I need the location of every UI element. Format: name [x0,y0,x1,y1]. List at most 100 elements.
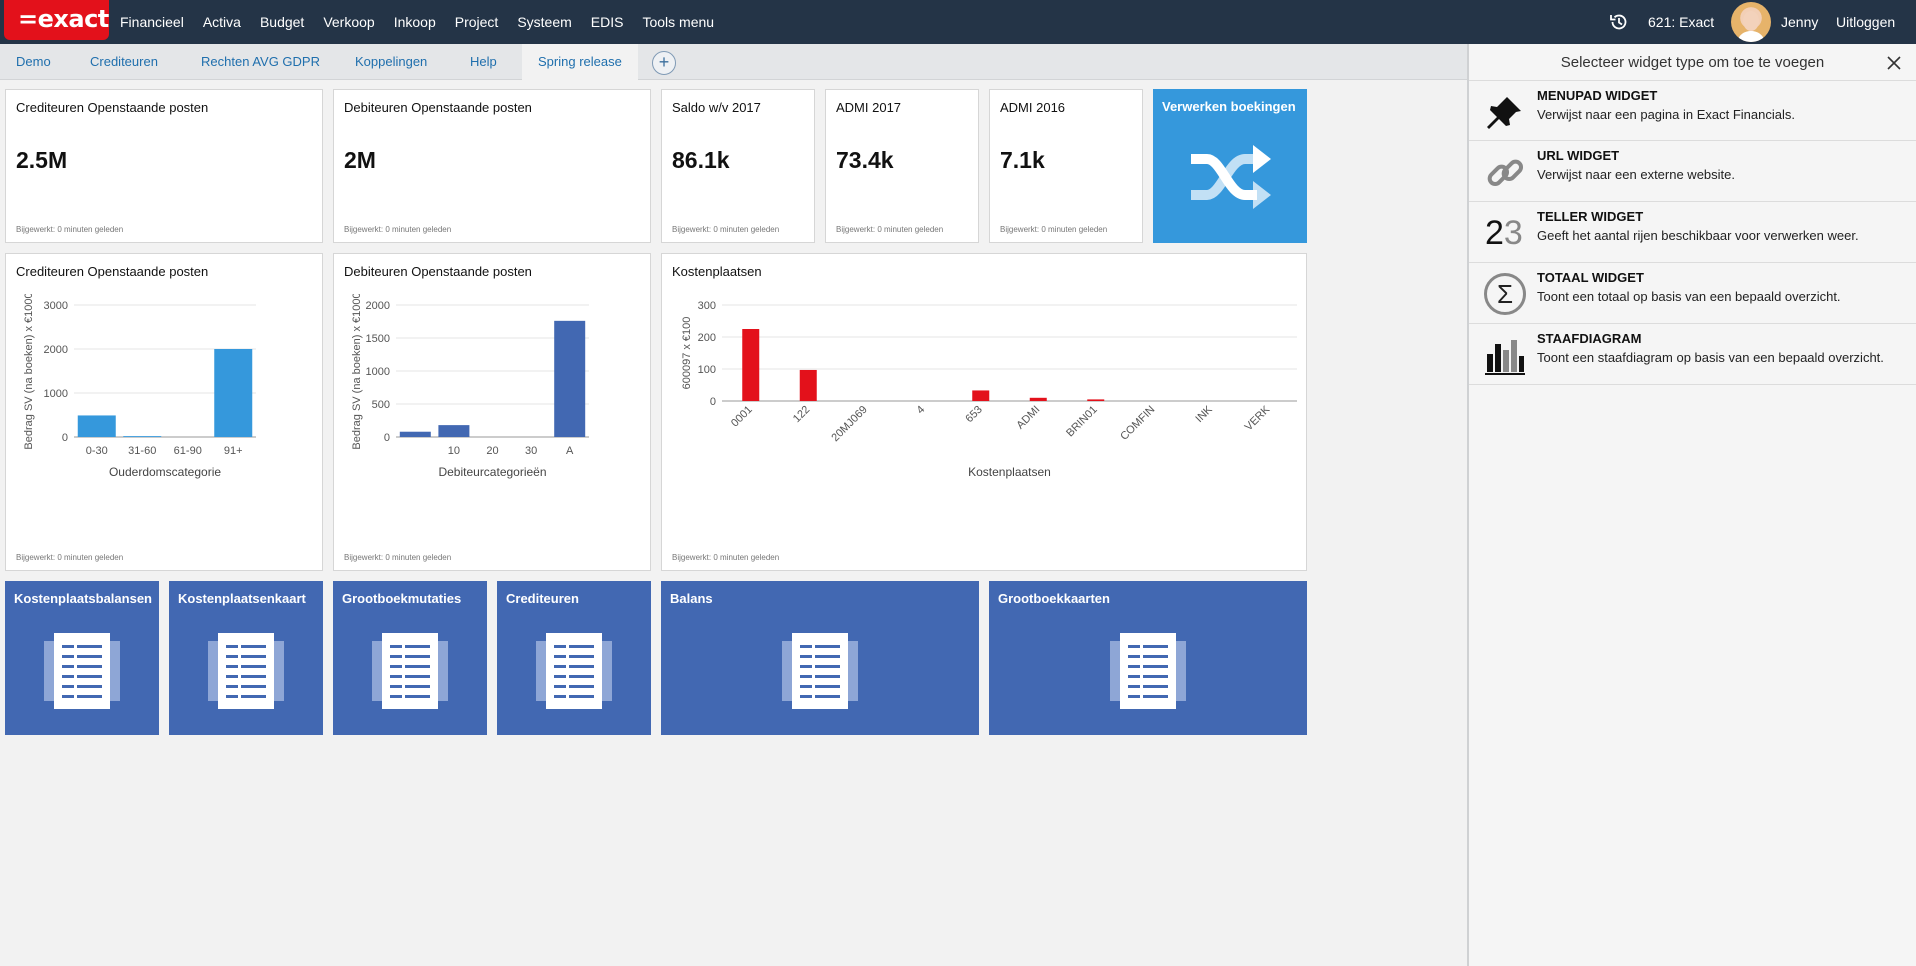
tab-help[interactable]: Help [454,44,513,80]
x-tick-label: 4 [915,404,928,417]
exact-logo[interactable]: =exact [4,0,109,40]
widget-option-staafdiagram[interactable]: STAAFDIAGRAM Toont een staafdiagram op b… [1469,324,1916,385]
bar [123,436,162,437]
menu-card-balans[interactable]: Balans [661,581,979,735]
y-tick-label: 0 [384,432,390,444]
document-icon [782,633,858,709]
link-icon [1487,159,1524,187]
document-icon [208,633,284,709]
company-selector[interactable]: 621: Exact [1648,0,1714,44]
tab-spring-release[interactable]: Spring release [522,44,638,81]
chart-card-kostenplaatsen[interactable]: Kostenplaatsen 0 100 200 300 0001 122 20MJ069 4… [661,253,1307,571]
x-tick-label: 10 [448,445,460,457]
x-tick-label: 91+ [224,445,243,457]
menu-card-grootboekmutaties[interactable]: Grootboekmutaties [333,581,487,735]
menu-financieel[interactable]: Financieel [120,0,184,44]
kpi-updated: Bijgewerkt: 0 minuten geleden [672,225,780,234]
kpi-title: Saldo w/v 2017 [672,100,761,115]
menu-verkoop[interactable]: Verkoop [323,0,374,44]
kpi-card-saldo[interactable]: Saldo w/v 2017 86.1k Bijgewerkt: 0 minut… [661,89,815,243]
tab-demo[interactable]: Demo [0,44,67,80]
widget-option-totaal[interactable]: Σ TOTAAL WIDGET Toont een totaal op basi… [1469,263,1916,324]
menu-tools[interactable]: Tools menu [642,0,714,44]
widget-option-name: TOTAAL WIDGET [1537,270,1644,285]
y-tick-label: 1000 [366,366,390,378]
menu-systeem[interactable]: Systeem [517,0,571,44]
bar [438,425,470,437]
menu-card-kostenplaatsenkaart[interactable]: Kostenplaatsenkaart [169,581,323,735]
chart-updated: Bijgewerkt: 0 minuten geleden [344,553,452,562]
menu-budget[interactable]: Budget [260,0,304,44]
user-name[interactable]: Jenny [1781,0,1818,44]
kpi-title: ADMI 2017 [836,100,902,115]
widget-option-name: MENUPAD WIDGET [1537,88,1658,103]
kpi-title: Crediteuren Openstaande posten [16,100,209,115]
counter-icon: 23 [1485,213,1525,253]
x-tick-label: 61-90 [174,445,202,457]
y-tick-label: 1000 [44,388,68,400]
kpi-card-debiteuren[interactable]: Debiteuren Openstaande posten 2M Bijgewe… [333,89,651,243]
widget-option-teller[interactable]: 23 TELLER WIDGET Geeft het aantal rijen … [1469,202,1916,263]
chart-updated: Bijgewerkt: 0 minuten geleden [16,553,124,562]
chart-card-debiteuren[interactable]: Debiteuren Openstaande posten 0 500 1000 15… [333,253,651,571]
close-icon[interactable] [1887,56,1901,70]
avatar[interactable] [1731,2,1771,42]
kpi-card-crediteuren[interactable]: Crediteuren Openstaande posten 2.5M Bijg… [5,89,323,243]
menu-card-kostenplaatsbalansen[interactable]: Kostenplaatsbalansen [5,581,159,735]
shuffle-icon [1191,145,1271,209]
x-axis-title: Kostenplaatsen [968,465,1051,479]
bar [554,320,586,437]
x-tick-label: ADMI [1014,404,1042,432]
x-tick-label: 30 [525,445,537,457]
menu-inkoop[interactable]: Inkoop [394,0,436,44]
widget-option-description: Verwijst naar een externe website. [1537,167,1735,182]
tab-rechten-avg-gdpr[interactable]: Rechten AVG GDPR [185,44,336,80]
bar [214,349,253,437]
x-tick-label: 653 [963,404,984,425]
tab-koppelingen[interactable]: Koppelingen [339,44,443,80]
bar-chart-icon [1485,340,1525,375]
widget-option-name: URL WIDGET [1537,148,1620,163]
widget-type-panel: Selecteer widget type om toe te voegen M… [1469,44,1916,966]
menu-activa[interactable]: Activa [203,0,241,44]
bar [742,329,760,401]
chart-title: Kostenplaatsen [672,264,762,279]
x-tick-label: 0-30 [86,445,108,457]
x-tick-label: 122 [791,404,812,425]
x-tick-label: BRIN01 [1064,404,1100,440]
menu-card-title: Grootboekkaarten [998,591,1110,606]
x-axis-title: Ouderdomscategorie [109,465,221,479]
x-tick-label: INK [1193,403,1215,425]
menu-card-crediteuren[interactable]: Crediteuren [497,581,651,735]
verwerken-boekingen-card[interactable]: Verwerken boekingen [1153,89,1307,243]
bar [1029,397,1047,401]
y-tick-label: 0 [62,432,68,444]
widget-option-name: TELLER WIDGET [1537,209,1644,224]
counter-digit-2: 3 [1503,214,1523,252]
logout-link[interactable]: Uitloggen [1836,0,1895,44]
document-icon [536,633,612,709]
sigma-icon: Σ [1484,273,1526,315]
y-axis-title: Bedrag SV (na boeken) x €1000 [23,294,35,450]
chart-card-crediteuren[interactable]: Crediteuren Openstaande posten 0 1000 2000… [5,253,323,571]
menu-card-grootboekkaarten[interactable]: Grootboekkaarten [989,581,1307,735]
add-tab-button[interactable]: + [652,51,676,75]
kpi-value: 7.1k [1000,147,1045,173]
tab-crediteuren[interactable]: Crediteuren [74,44,174,80]
menu-project[interactable]: Project [455,0,499,44]
menu-edis[interactable]: EDIS [591,0,624,44]
y-tick-label: 1500 [366,333,390,345]
kpi-value: 73.4k [836,147,894,173]
kpi-value: 86.1k [672,147,730,173]
widget-option-menupad[interactable]: MENUPAD WIDGET Verwijst naar een pagina … [1469,80,1916,141]
widget-option-url[interactable]: URL WIDGET Verwijst naar een externe web… [1469,141,1916,202]
debiteuren-bar-chart: 0 500 1000 1500 2000 10 20 30 A Debiteurcategorie… [351,294,589,479]
kpi-card-admi-2017[interactable]: ADMI 2017 73.4k Bijgewerkt: 0 minuten ge… [825,89,979,243]
panel-title: Selecteer widget type om toe te voegen [1560,54,1825,71]
x-tick-label: COMFIN [1118,404,1157,443]
chart-updated: Bijgewerkt: 0 minuten geleden [672,553,780,562]
menu-card-title: Kostenplaatsenkaart [178,591,306,606]
history-icon[interactable] [1609,12,1629,32]
bar [1087,399,1105,401]
kpi-card-admi-2016[interactable]: ADMI 2016 7.1k Bijgewerkt: 0 minuten gel… [989,89,1143,243]
